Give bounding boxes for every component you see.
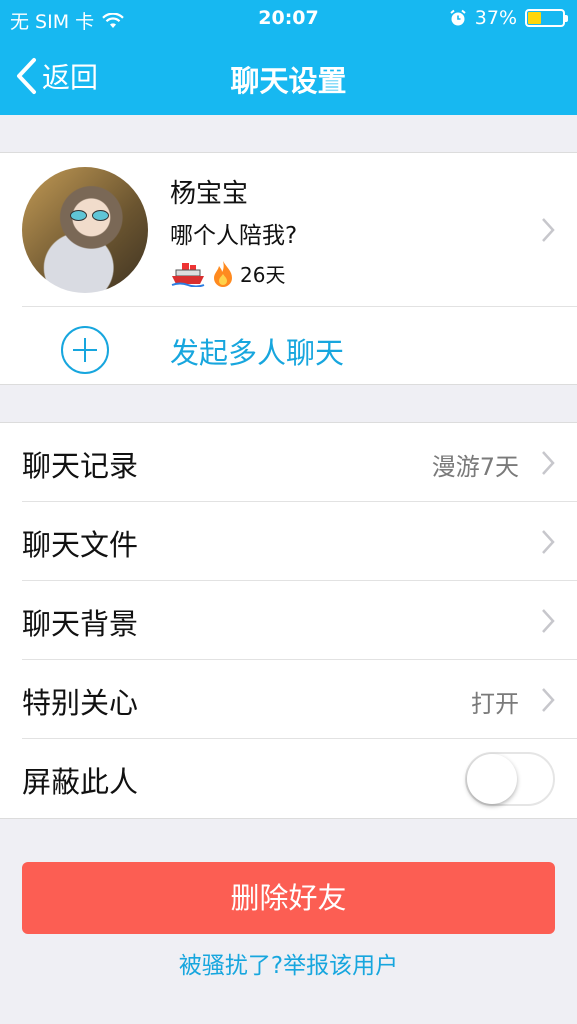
settings-item-label: 聊天背景 [22, 607, 139, 641]
settings-item-label: 特别关心 [22, 686, 139, 720]
profile-signature: 哪个人陪我? [170, 223, 298, 249]
ship-icon [171, 262, 205, 287]
settings-list: 聊天记录 漫游7天 聊天文件 聊天背景 特别关心 打开 屏蔽此人 [0, 422, 577, 819]
profile-card: 杨宝宝 哪个人陪我? 26天 发起多人聊天 [0, 152, 577, 385]
chevron-right-icon [542, 530, 555, 554]
chevron-right-icon [542, 688, 555, 712]
battery-icon [525, 9, 568, 27]
chevron-right-icon [542, 609, 555, 633]
settings-item-block-user: 屏蔽此人 [0, 739, 577, 818]
flame-icon [214, 260, 232, 287]
settings-item-label: 屏蔽此人 [22, 765, 139, 799]
chevron-right-icon [542, 218, 555, 242]
block-user-toggle[interactable] [465, 752, 555, 806]
avatar-glasses [70, 210, 110, 222]
status-right: 37% [449, 7, 568, 29]
report-user-link[interactable]: 被骚扰了?举报该用户 [0, 946, 577, 980]
delete-friend-button[interactable]: 删除好友 [22, 862, 555, 934]
nav-bar: 返回 聊天设置 [0, 38, 577, 115]
start-group-chat-row[interactable]: 发起多人聊天 [0, 307, 577, 385]
profile-name: 杨宝宝 [170, 179, 249, 209]
streak-days: 26天 [240, 263, 286, 287]
toggle-knob [467, 754, 517, 804]
page-title: 聊天设置 [230, 64, 347, 98]
alarm-icon [450, 9, 466, 26]
profile-badges: 26天 [170, 259, 285, 288]
settings-item-value: 漫游7天 [431, 453, 519, 481]
settings-item-chat-files[interactable]: 聊天文件 [0, 502, 577, 581]
settings-item-special-care[interactable]: 特别关心 打开 [0, 660, 577, 739]
add-circle-icon [61, 326, 109, 374]
avatar [22, 167, 148, 293]
header-bar: 无 SIM 卡 20:07 37% 返回 聊天设置 [0, 0, 577, 115]
profile-row[interactable]: 杨宝宝 哪个人陪我? 26天 [0, 153, 577, 306]
settings-item-chat-background[interactable]: 聊天背景 [0, 581, 577, 660]
settings-item-value: 打开 [471, 690, 519, 718]
battery-percent: 37% [474, 7, 517, 29]
settings-item-label: 聊天记录 [22, 449, 139, 483]
battery-fill [528, 12, 541, 24]
settings-item-label: 聊天文件 [22, 528, 139, 562]
chevron-right-icon [542, 451, 555, 475]
settings-item-chat-history[interactable]: 聊天记录 漫游7天 [0, 423, 577, 502]
status-bar: 无 SIM 卡 20:07 37% [0, 0, 577, 38]
start-group-chat-label: 发起多人聊天 [170, 336, 345, 370]
